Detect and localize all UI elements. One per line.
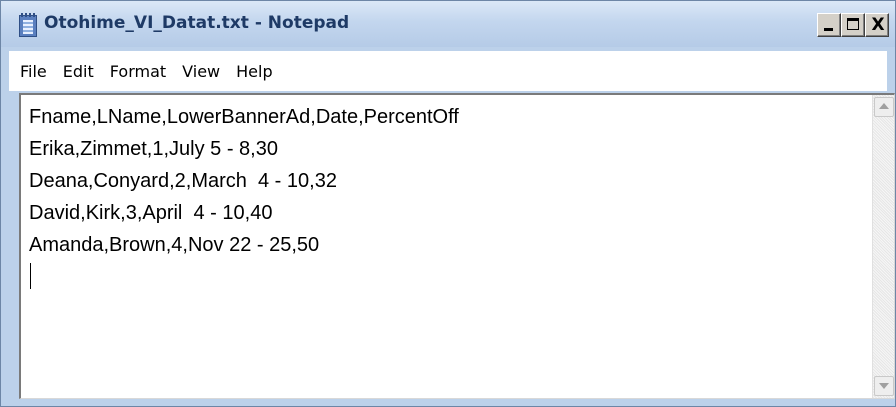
scroll-down-button[interactable] (874, 376, 894, 396)
maximize-icon (847, 18, 859, 30)
title-bar[interactable]: Otohime_VI_Datat.txt - Notepad X (1, 1, 895, 47)
text-editor[interactable]: Fname,LName,LowerBannerAd,Date,PercentOf… (19, 93, 895, 399)
scroll-up-button[interactable] (874, 97, 894, 117)
menu-edit[interactable]: Edit (56, 58, 101, 85)
editor-text[interactable]: Fname,LName,LowerBannerAd,Date,PercentOf… (29, 101, 849, 391)
menu-help[interactable]: Help (229, 58, 279, 85)
notepad-icon[interactable] (19, 13, 37, 37)
close-button[interactable]: X (865, 13, 889, 37)
menu-bar: File Edit Format View Help (9, 51, 887, 91)
notepad-window: Otohime_VI_Datat.txt - Notepad X File Ed… (0, 0, 896, 407)
scroll-up-arrow-icon (879, 103, 889, 109)
maximize-button[interactable] (841, 13, 865, 37)
menu-format[interactable]: Format (103, 58, 173, 85)
menu-file[interactable]: File (13, 58, 54, 85)
vertical-scrollbar[interactable] (872, 95, 894, 398)
caption-buttons: X (817, 13, 889, 37)
minimize-icon (824, 28, 833, 31)
menu-view[interactable]: View (175, 58, 227, 85)
window-title: Otohime_VI_Datat.txt - Notepad (44, 13, 350, 33)
text-caret (30, 263, 31, 289)
scroll-down-arrow-icon (879, 383, 889, 389)
minimize-button[interactable] (817, 13, 841, 37)
close-icon: X (871, 15, 885, 35)
